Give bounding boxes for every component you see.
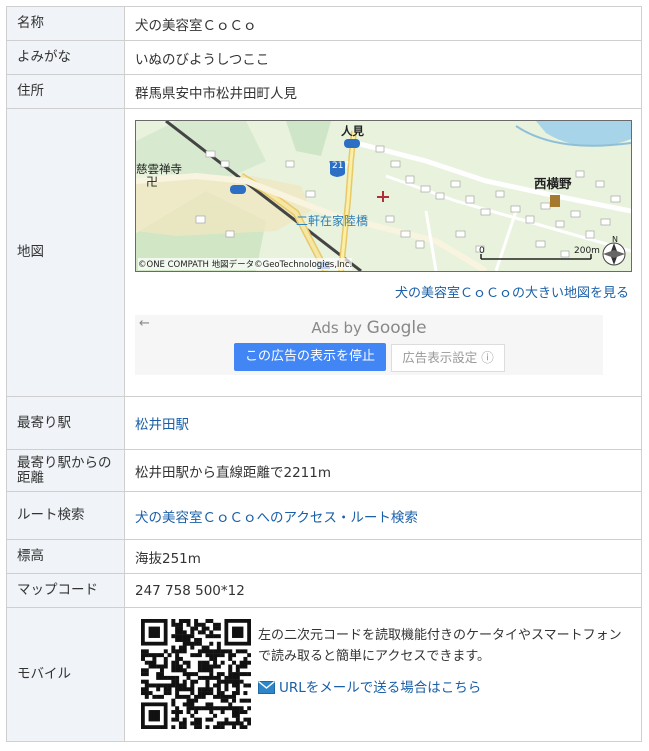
- value-kana: いぬのびようしつここ: [124, 40, 642, 75]
- label-name: 名称: [6, 6, 125, 41]
- value-map: 人見 217 212 慈雲禅寺 卍 西横野 二軒在家陸橋 0 200m N ©O…: [124, 108, 642, 397]
- qr-code-image: [141, 618, 251, 729]
- value-mobile: 左の二次元コードを読取機能付きのケータイやスマートフォンで読み取ると簡単にアクセ…: [124, 607, 642, 742]
- value-elevation: 海抜251m: [124, 539, 642, 574]
- row-distance: 最寄り駅からの距離 松井田駅から直線距離で2211m: [6, 449, 642, 492]
- map-graphic: [136, 121, 631, 271]
- row-station: 最寄り駅 松井田駅: [6, 396, 642, 450]
- map-scale-label: 200m: [574, 246, 600, 256]
- ads-box: ← Ads by Google この広告の表示を停止 広告表示設定 ⓘ: [135, 315, 603, 375]
- label-mapcode: マップコード: [6, 573, 125, 608]
- label-mobile: モバイル: [6, 607, 125, 742]
- big-map-link-row: 犬の美容室ＣｏＣｏの大きい地図を見る: [135, 282, 629, 301]
- ads-by-google: Ads by Google: [135, 318, 603, 338]
- row-route: ルート検索 犬の美容室ＣｏＣｏへのアクセス・ルート検索: [6, 491, 642, 540]
- value-station: 松井田駅: [124, 396, 642, 450]
- mail-link-row: URLをメールで送る場合はこちら: [258, 676, 481, 696]
- label-kana: よみがな: [6, 40, 125, 75]
- info-table: 名称 犬の美容室ＣｏＣｏ よみがな いぬのびようしつここ 住所 群馬県安中市松井…: [6, 6, 642, 742]
- label-map: 地図: [6, 108, 125, 397]
- map-label-nishiyokono: 西横野: [534, 176, 572, 191]
- label-elevation: 標高: [6, 539, 125, 574]
- label-route: ルート検索: [6, 491, 125, 540]
- row-mapcode: マップコード 247 758 500*12: [6, 573, 642, 608]
- map-label-nikenzaike: 二軒在家陸橋: [296, 214, 369, 228]
- map-label-temple: 慈雲禅寺: [136, 162, 182, 176]
- mail-icon: [258, 680, 275, 694]
- label-distance: 最寄り駅からの距離: [6, 449, 125, 492]
- value-mapcode: 247 758 500*12: [124, 573, 642, 608]
- row-kana: よみがな いぬのびようしつここ: [6, 40, 642, 75]
- row-address: 住所 群馬県安中市松井田町人見: [6, 74, 642, 109]
- mail-link[interactable]: URLをメールで送る場合はこちら: [279, 680, 481, 696]
- mobile-block: 左の二次元コードを読取機能付きのケータイやスマートフォンで読み取ると簡単にアクセ…: [135, 609, 641, 741]
- map-image[interactable]: 人見 217 212 慈雲禅寺 卍 西横野 二軒在家陸橋 0 200m N ©O…: [135, 120, 632, 272]
- map-credit: ©ONE COMPATH 地図データ©GeoTechnologies,Inc.: [138, 258, 353, 270]
- row-mobile: モバイル 左の二次元コードを読取機能付きのケータイやスマートフォンで読み取ると簡…: [6, 607, 642, 742]
- value-distance: 松井田駅から直線距離で2211m: [124, 449, 642, 492]
- station-link[interactable]: 松井田駅: [135, 417, 189, 433]
- map-scale-zero: 0: [479, 246, 485, 256]
- ads-setting-button[interactable]: 広告表示設定 ⓘ: [391, 344, 505, 372]
- route-link[interactable]: 犬の美容室ＣｏＣｏへのアクセス・ルート検索: [135, 510, 418, 526]
- row-name: 名称 犬の美容室ＣｏＣｏ: [6, 6, 642, 41]
- map-label-hitomi: 人見: [341, 124, 364, 138]
- label-station: 最寄り駅: [6, 396, 125, 450]
- value-address: 群馬県安中市松井田町人見: [124, 74, 642, 109]
- row-map: 地図 人見 217 慈雲禅寺 卍 西横野 二軒在家陸橋 0 200m N ©ON…: [6, 108, 642, 397]
- ads-by-label: Ads by: [311, 319, 367, 337]
- google-logo: Google: [366, 318, 427, 338]
- row-elevation: 標高 海抜251m: [6, 539, 642, 574]
- value-route: 犬の美容室ＣｏＣｏへのアクセス・ルート検索: [124, 491, 642, 540]
- temple-icon: 卍: [146, 175, 159, 189]
- map-north-label: N: [612, 235, 618, 244]
- ads-stop-button[interactable]: この広告の表示を停止: [234, 343, 386, 371]
- mobile-description: 左の二次元コードを読取機能付きのケータイやスマートフォンで読み取ると簡単にアクセ…: [258, 627, 622, 664]
- label-address: 住所: [6, 74, 125, 109]
- map-label-route217: 217: [332, 161, 350, 171]
- big-map-link[interactable]: 犬の美容室ＣｏＣｏの大きい地図を見る: [395, 286, 629, 301]
- value-name: 犬の美容室ＣｏＣｏ: [124, 6, 642, 41]
